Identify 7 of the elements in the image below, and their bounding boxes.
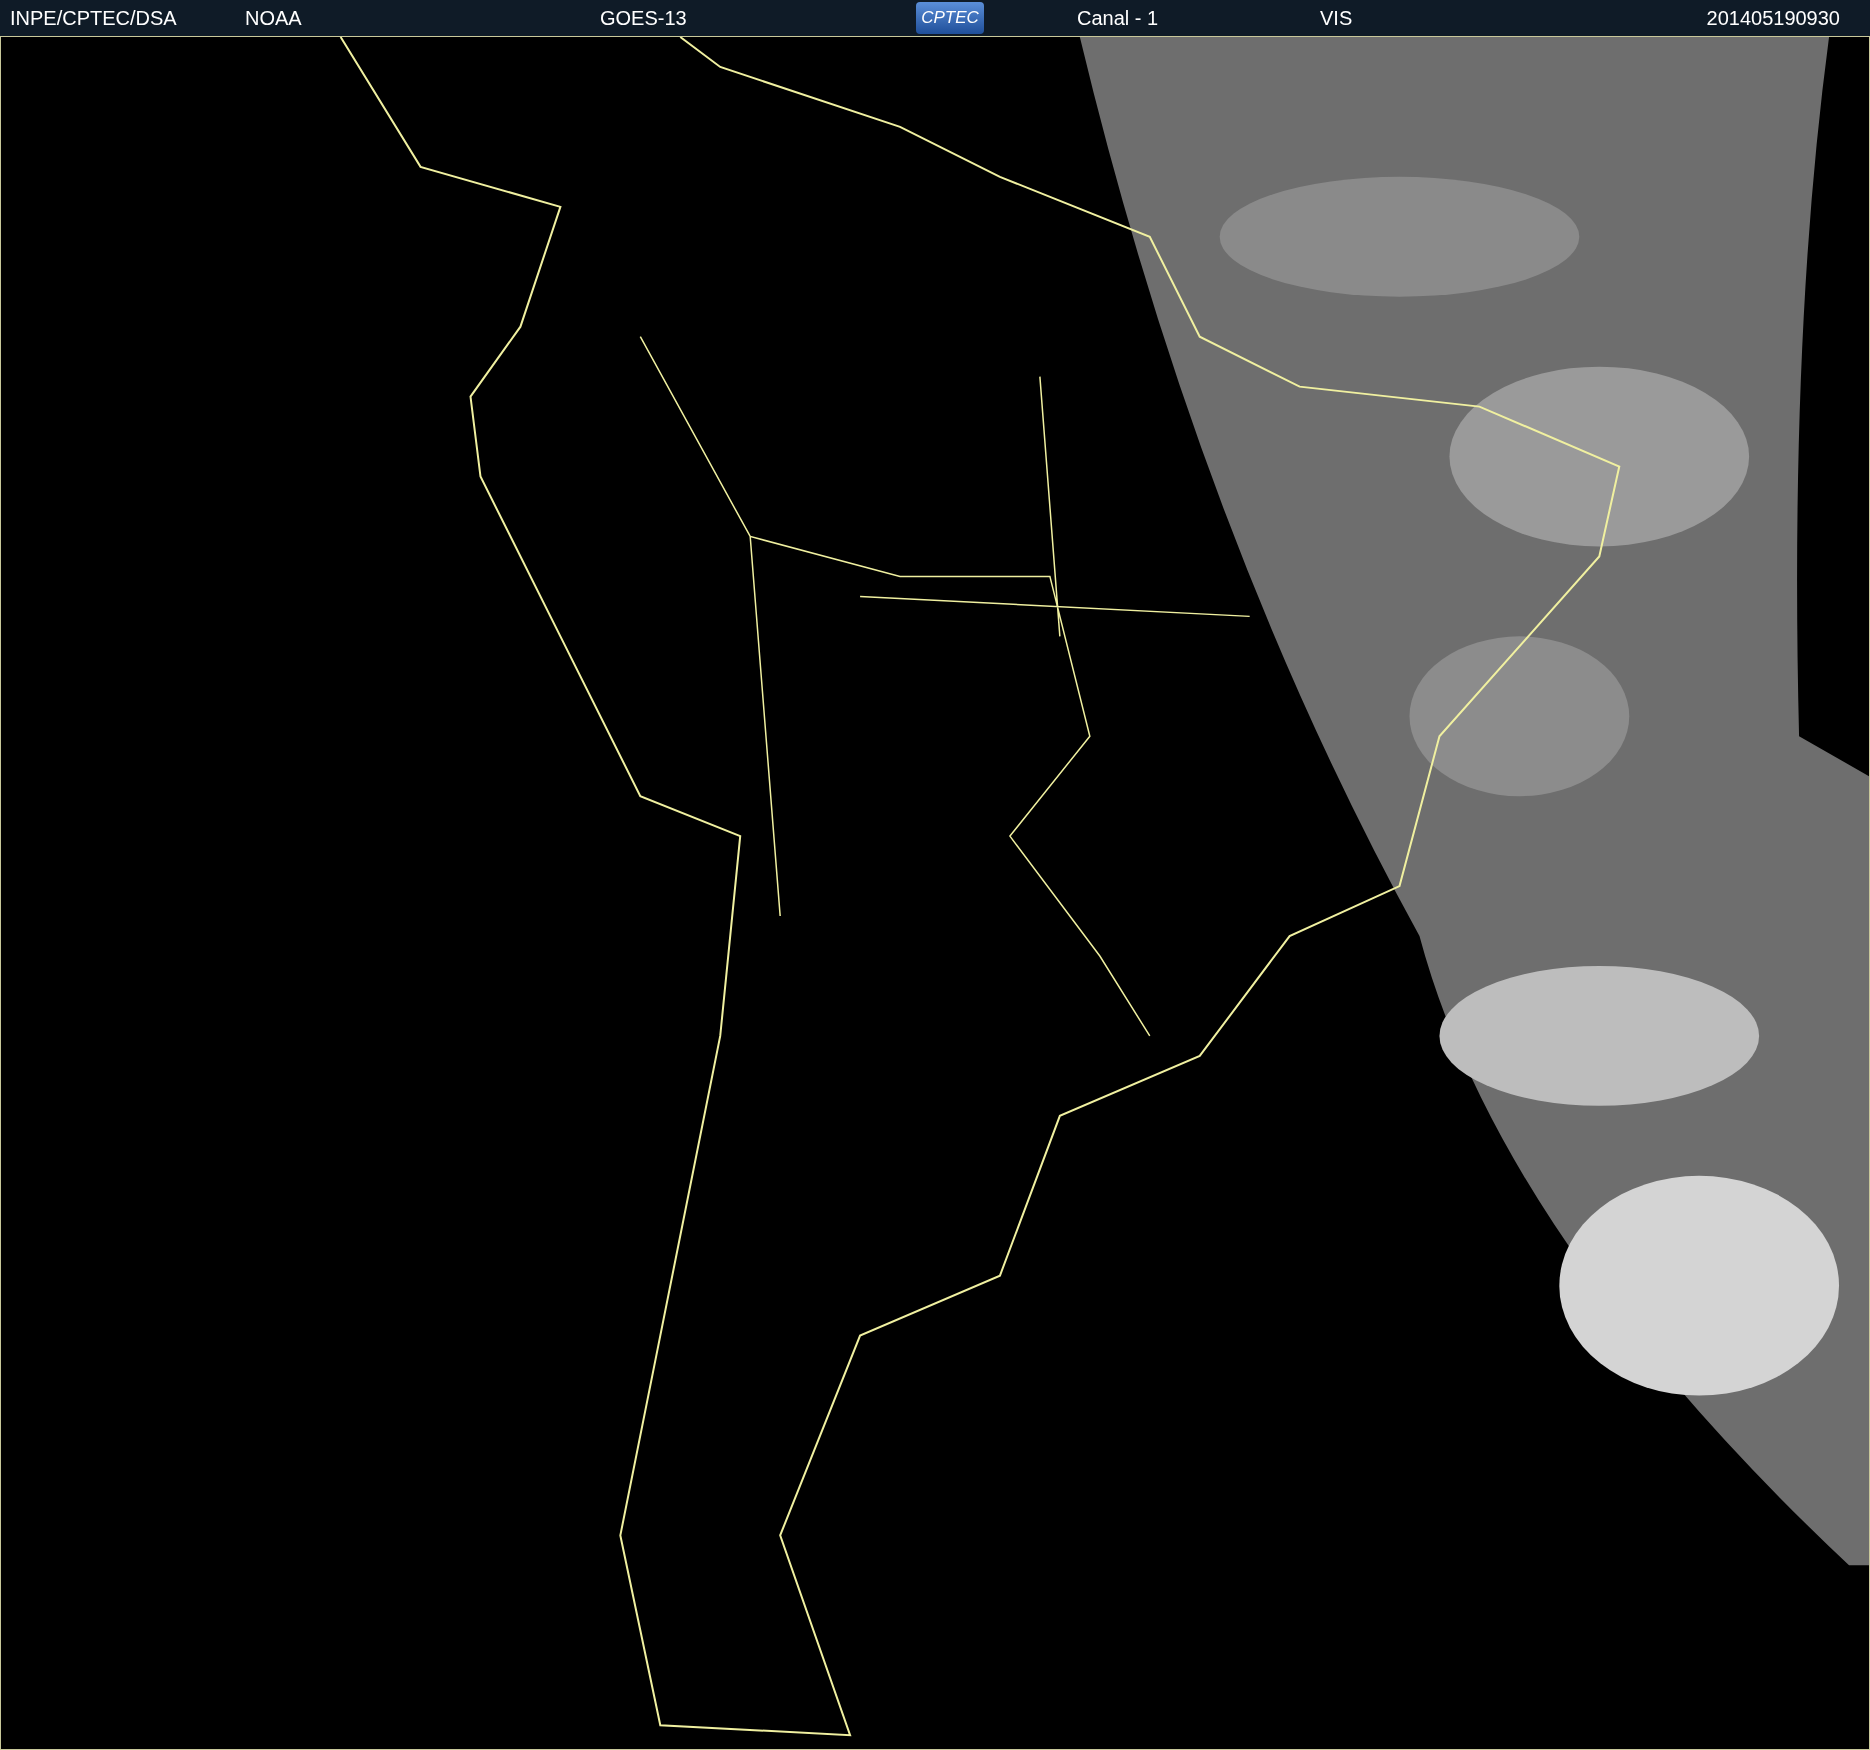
band-label: VIS [1320, 7, 1353, 28]
source-label: INPE/CPTEC/DSA [10, 7, 178, 28]
timestamp-label: 201405190930 [1706, 7, 1840, 28]
satellite-label: GOES-13 [600, 7, 688, 28]
logo: CPTEC [916, 1, 984, 34]
channel-label: Canal - 1 [1077, 7, 1160, 28]
agency-label: NOAA [245, 7, 303, 28]
